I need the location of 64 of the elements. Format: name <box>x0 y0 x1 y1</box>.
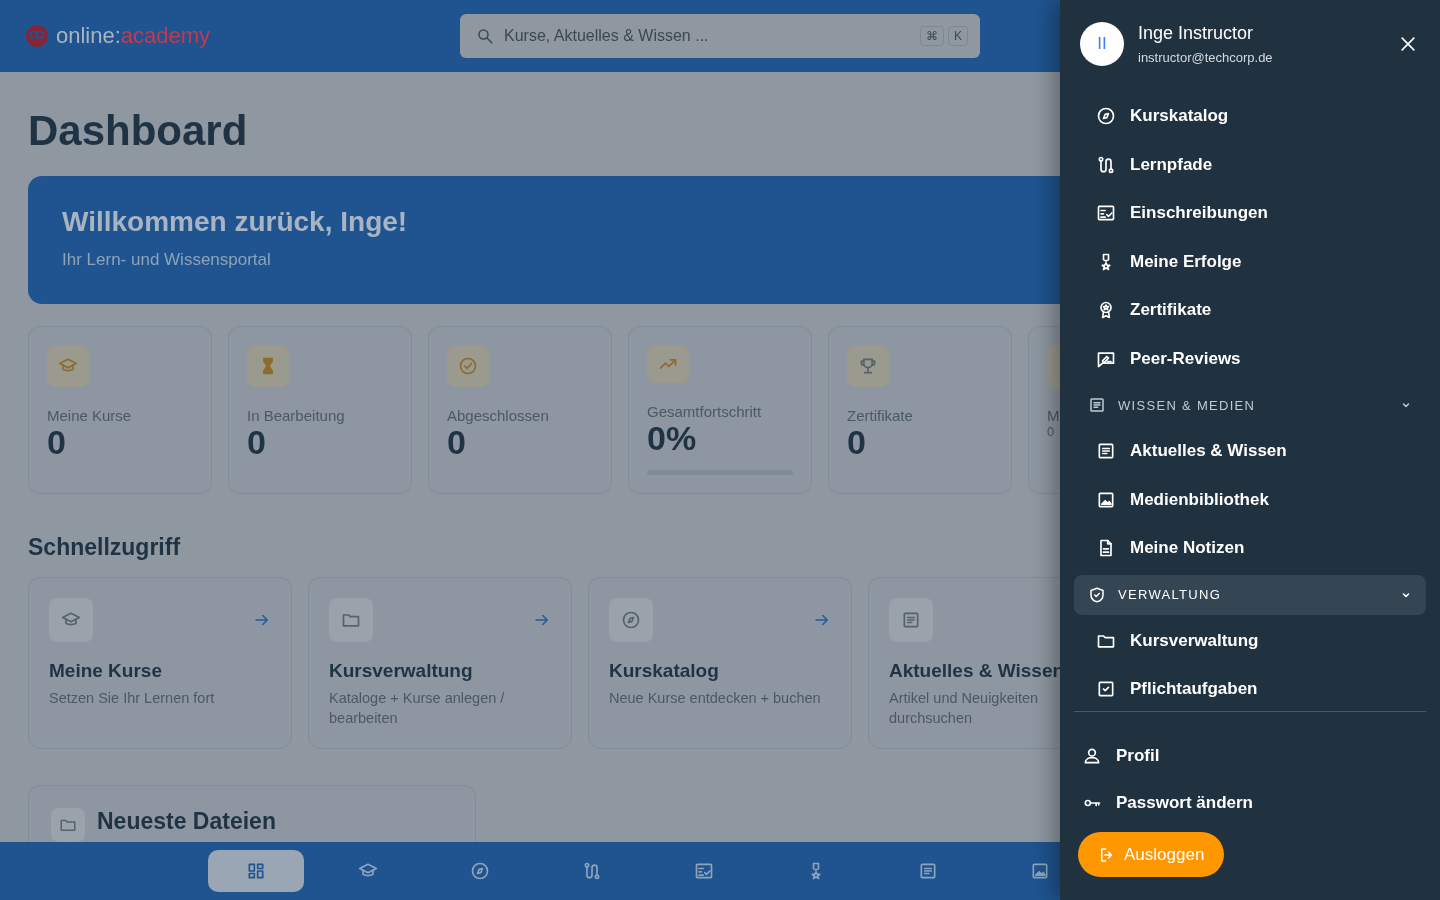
stat-label: Gesamtfortschritt <box>647 403 762 421</box>
stat-note: 0 <box>1047 424 1055 440</box>
menu-item[interactable]: Einschreibungen <box>1074 189 1268 238</box>
menu-item[interactable]: Passwort ändern <box>1078 779 1253 826</box>
stat-label: In Bearbeitung <box>247 407 345 425</box>
stat-label: Meine Kurse <box>47 407 132 425</box>
menu-item[interactable]: Meine Erfolge <box>1074 237 1242 286</box>
quick-access-card[interactable]: Kurskatalog Neue Kurse entdecken + buchen <box>588 577 852 750</box>
avatar: II <box>1080 22 1124 66</box>
grid-icon <box>246 861 266 881</box>
card-description: Kataloge + Kurse anlegen / bearbeiten <box>329 689 506 729</box>
welcome-title: Willkommen zurück, Inge! <box>62 206 408 239</box>
stat-value: 0 <box>247 424 266 462</box>
menu-item[interactable]: Medienbibliothek <box>1074 475 1269 524</box>
page-title: Dashboard <box>28 108 248 155</box>
quick-access-card[interactable]: Meine Kurse Setzen Sie Ihr Lernen fort <box>28 577 292 750</box>
image-icon <box>1030 861 1050 881</box>
logo-icon <box>24 23 50 49</box>
path-icon <box>582 861 602 881</box>
quick-access-card[interactable]: Kursverwaltung Kataloge + Kurse anlegen / bearbeiten <box>308 577 572 750</box>
stat-label: M <box>1047 407 1060 425</box>
section-title: Schnellzugriff <box>28 534 181 562</box>
stat-value: 0% <box>647 420 697 458</box>
close-icon <box>1398 34 1418 54</box>
checkbox-icon <box>1096 679 1116 700</box>
stat-label: Abgeschlossen <box>447 407 549 425</box>
document-icon <box>918 861 938 881</box>
keyboard-key: K <box>948 26 968 46</box>
card-title: Kursverwaltung <box>329 660 473 683</box>
path-icon <box>1096 154 1116 175</box>
shield-icon <box>1088 585 1106 604</box>
card-description: Setzen Sie Ihr Lernen fort <box>49 689 215 709</box>
compass-icon <box>1096 106 1116 127</box>
document-icon <box>901 610 921 631</box>
compass-icon <box>621 610 641 631</box>
menu-item[interactable]: Kurskatalog <box>1074 92 1229 141</box>
checklist-icon <box>694 861 714 881</box>
document-icon <box>1088 396 1106 414</box>
search-icon <box>476 27 494 45</box>
user-email: instructor@techcorp.de <box>1138 50 1273 65</box>
menu-item[interactable]: Meine Notizen <box>1074 524 1245 573</box>
card-title: Neueste Dateien <box>97 808 276 836</box>
menu-item[interactable]: Zertifikate <box>1074 286 1212 335</box>
card-description: Artikel und Neuigkeiten durchsuchen <box>889 689 1040 729</box>
menu-item[interactable]: Aktuelles & Wissen <box>1074 427 1287 476</box>
menu-item[interactable]: Peer-Reviews <box>1074 334 1241 383</box>
card-description: Neue Kurse entdecken + buchen <box>609 689 821 709</box>
nav-tab[interactable] <box>208 850 304 892</box>
card-title: Meine Kurse <box>49 660 162 683</box>
user-name: Inge Instructor <box>1138 23 1254 44</box>
document-icon <box>1096 441 1116 462</box>
menu-section-header[interactable]: WISSEN & MEDIEN <box>1074 385 1426 425</box>
logo-text[interactable]: online:academy <box>56 23 211 49</box>
stat-value: 0 <box>847 424 866 462</box>
checklist-icon <box>1096 203 1116 224</box>
keyboard-key: ⌘ <box>920 26 944 46</box>
stat-label: Zertifikate <box>847 407 913 425</box>
menu-section-header[interactable]: VERWALTUNG <box>1074 574 1426 615</box>
stat-value: 0 <box>47 424 66 462</box>
card-title: Kurskatalog <box>609 660 719 683</box>
welcome-subtitle: Ihr Lern- und Wissensportal <box>62 250 271 271</box>
menu-item[interactable]: Lernpfade <box>1074 140 1213 189</box>
compass-icon <box>470 861 490 881</box>
stat-value: 0 <box>447 424 466 462</box>
